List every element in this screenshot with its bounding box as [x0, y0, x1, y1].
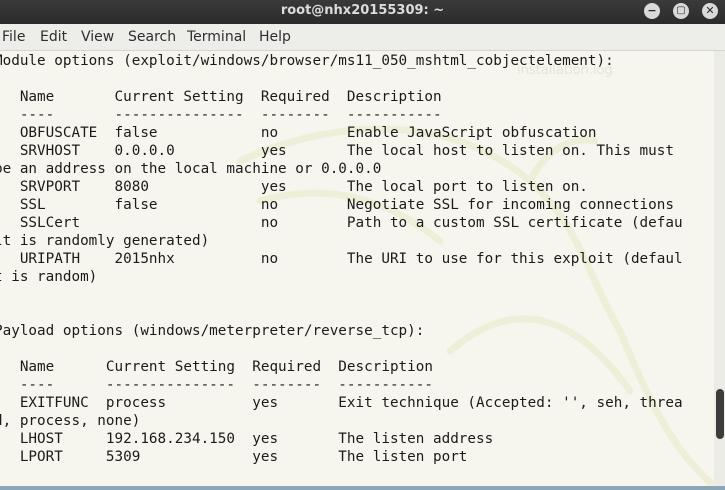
terminal-line: LPORT 5309 yes The listen port [0, 449, 468, 465]
terminal-line: Name Current Setting Required Descriptio… [0, 89, 442, 105]
menu-search[interactable]: Search [128, 29, 176, 45]
vertical-scrollbar[interactable] [714, 51, 725, 490]
scrollbar-thumb[interactable] [716, 389, 724, 439]
terminal-line: Name Current Setting Required Descriptio… [0, 359, 433, 375]
close-button[interactable]: ✕ [702, 3, 718, 19]
menu-file[interactable]: File [2, 29, 25, 45]
terminal-line: Payload options (windows/meterpreter/rev… [0, 323, 425, 339]
window-title: root@nhx20155309: ~ [280, 3, 445, 18]
terminal-line: LHOST 192.168.234.150 yes The listen add… [0, 431, 494, 447]
menu-bar: File Edit View Search Terminal Help [0, 24, 725, 51]
menu-terminal[interactable]: Terminal [187, 29, 246, 45]
desktop-edge [0, 486, 725, 490]
maximize-button[interactable]: ▢ [673, 3, 689, 19]
minimize-button[interactable]: − [644, 3, 660, 19]
terminal-line: Module options (exploit/windows/browser/… [0, 53, 614, 69]
terminal-line: SSLCert no Path to a custom SSL certific… [0, 215, 683, 231]
terminal-line: lt is randomly generated) [0, 233, 210, 249]
menu-view[interactable]: View [81, 29, 114, 45]
terminal-line: d, process, none) [0, 413, 141, 429]
terminal-line: SRVPORT 8080 yes The local port to liste… [0, 179, 588, 195]
terminal-line: URIPATH 2015nhx no The URI to use for th… [0, 251, 683, 267]
terminal-line: ---- --------------- -------- ----------… [0, 107, 442, 123]
terminal-line: SRVHOST 0.0.0.0 yes The local host to li… [0, 143, 674, 159]
title-bar[interactable]: root@nhx20155309: ~ − ▢ ✕ [0, 0, 725, 24]
menu-edit[interactable]: Edit [40, 29, 67, 45]
terminal-line: ---- --------------- -------- ----------… [0, 377, 433, 393]
terminal-line: EXITFUNC process yes Exit technique (Acc… [0, 395, 683, 411]
terminal-line: SSL false no Negotiate SSL for incoming … [0, 197, 674, 213]
terminal-output[interactable]: installation.log Module options (exploit… [0, 51, 714, 490]
terminal-line: OBFUSCATE false no Enable JavaScript obf… [0, 125, 597, 141]
terminal-line: t is random) [0, 269, 98, 285]
terminal-window: root@nhx20155309: ~ − ▢ ✕ File Edit View… [0, 0, 725, 490]
menu-help[interactable]: Help [259, 29, 291, 45]
terminal-line: be an address on the local machine or 0.… [0, 161, 382, 177]
